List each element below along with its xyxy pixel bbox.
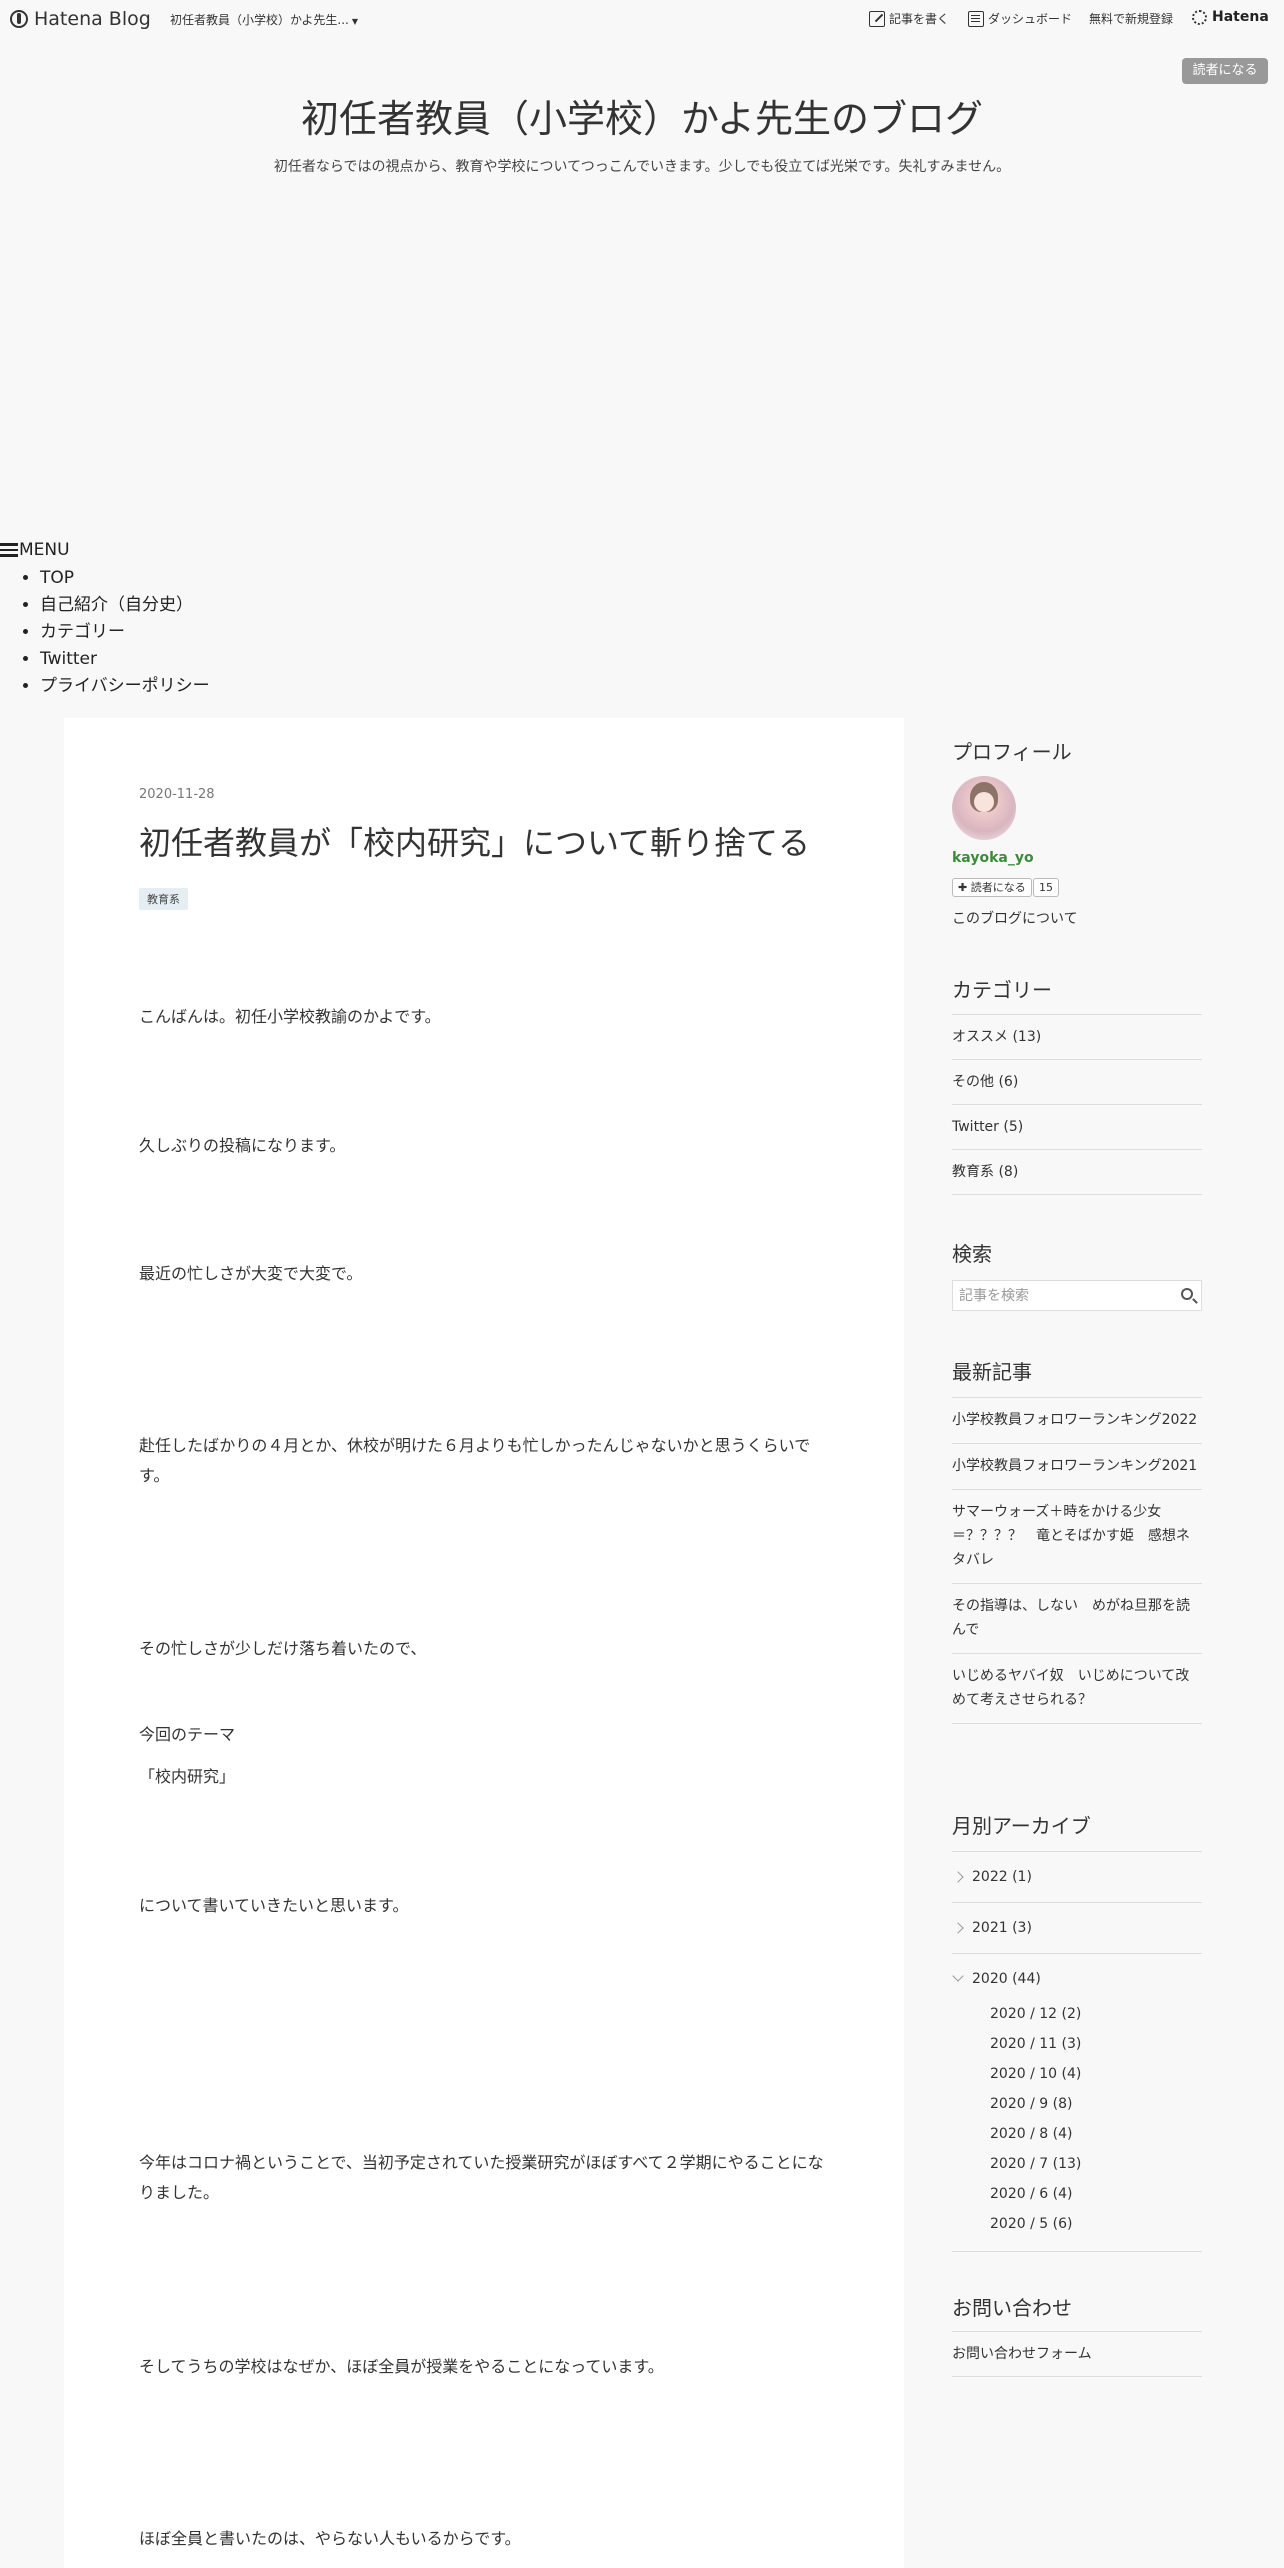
hatena-label: Hatena [1212, 9, 1269, 25]
archive-month-list: 2020 / 12 (2) 2020 / 11 (3) 2020 / 10 (4… [990, 1999, 1202, 2239]
recent-item[interactable]: サマーウォーズ＋時をかける少女＝？？？？ 竜とそばかす姫 感想ネタバレ [952, 1490, 1202, 1584]
dashboard-link[interactable]: ダッシュボード [968, 10, 1072, 27]
archive-year[interactable]: 2022 (1) [952, 1852, 1202, 1903]
menu-toggle[interactable]: MENU [0, 540, 70, 560]
write-article-link[interactable]: 記事を書く [869, 10, 949, 27]
category-item[interactable]: その他 (6) [952, 1060, 1202, 1105]
blog-selector[interactable]: 初任者教員（小学校）かよ先生... ▼ [170, 11, 358, 28]
article-paragraph: 最近の忙しさが大変で大変で。 [139, 1264, 363, 1283]
article-paragraph: 「校内研究」 [139, 1767, 236, 1786]
global-header: Hatena Blog 初任者教員（小学校）かよ先生... ▼ 記事を書く ダッシ… [0, 0, 1284, 38]
signup-link[interactable]: 無料で新規登録 [1089, 10, 1173, 27]
category-list: オススメ (13) その他 (6) Twitter (5) 教育系 (8) [952, 1014, 1202, 1195]
archive-list: 2022 (1) 2021 (3) 2020 (44) 2020 / 12 (2… [952, 1851, 1202, 2252]
archive-month[interactable]: 2020 / 6 (4) [990, 2179, 1202, 2209]
archive-year-label: 2020 (44) [972, 1971, 1041, 1987]
blog-description: 初任者ならではの視点から、教育や学校についてつっこんでいきます。少しでも役立てば… [273, 159, 1011, 175]
categories-heading: カテゴリー [952, 978, 1052, 1002]
pen-icon [869, 10, 885, 27]
hatena-dots-icon [1192, 9, 1207, 25]
profile-heading: プロフィール [952, 740, 1072, 764]
archive-month[interactable]: 2020 / 5 (6) [990, 2209, 1202, 2239]
subscribe-button[interactable]: 読者になる [1182, 58, 1268, 84]
recent-item[interactable]: いじめるヤバイ奴 いじめについて改めて考えさせられる？ [952, 1654, 1202, 1724]
search-input[interactable] [953, 1281, 1163, 1310]
article-paragraph: 久しぶりの投稿になります。 [139, 1136, 346, 1155]
global-menu: TOP 自己紹介（自分史） カテゴリー Twitter プライバシーポリシー [40, 566, 210, 701]
search-icon[interactable] [1181, 1288, 1193, 1300]
search-heading: 検索 [952, 1242, 992, 1266]
archive-year[interactable]: 2021 (3) [952, 1903, 1202, 1954]
avatar[interactable] [952, 776, 1016, 840]
post-date[interactable]: 2020-11-28 [139, 787, 215, 802]
reader-count[interactable]: 15 [1033, 878, 1059, 897]
article-paragraph: 赴任したばかりの４月とか、休校が明けた６月よりも忙しかったんじゃないかと思うくら… [139, 1436, 811, 1485]
chevron-right-icon [952, 1871, 964, 1883]
recent-item[interactable]: 小学校教員フォロワーランキング2022 [952, 1398, 1202, 1444]
post-category-tag[interactable]: 教育系 [139, 888, 188, 910]
category-item[interactable]: 教育系 (8) [952, 1150, 1202, 1195]
category-item[interactable]: Twitter (5) [952, 1105, 1202, 1150]
signup-label: 無料で新規登録 [1089, 12, 1174, 26]
hamburger-icon [0, 543, 18, 557]
blog-selector-label: 初任者教員（小学校）かよ先生... [170, 13, 349, 27]
archive-year-label: 2022 (1) [972, 1869, 1032, 1885]
chevron-down-icon [952, 1970, 964, 1982]
menu-item-twitter[interactable]: Twitter [40, 647, 210, 674]
hatena-link[interactable]: Hatena [1192, 9, 1269, 25]
caret-down-icon: ▼ [351, 17, 359, 26]
post-title[interactable]: 初任者教員が「校内研究」について斬り捨てる [139, 818, 810, 864]
archive-month[interactable]: 2020 / 12 (2) [990, 1999, 1202, 2029]
search-form [952, 1280, 1202, 1311]
archive-month[interactable]: 2020 / 8 (4) [990, 2119, 1202, 2149]
dashboard-label: ダッシュボード [988, 12, 1073, 26]
hatena-blog-logo[interactable]: Hatena Blog [10, 8, 151, 30]
article-paragraph: 今回のテーマ [139, 1725, 236, 1744]
contact-form-link[interactable]: お問い合わせフォーム [952, 2332, 1202, 2377]
contact-list: お問い合わせフォーム [952, 2331, 1202, 2377]
archive-month[interactable]: 2020 / 9 (8) [990, 2089, 1202, 2119]
category-item[interactable]: オススメ (13) [952, 1015, 1202, 1060]
article-paragraph: 今年はコロナ禍ということで、当初予定されていた授業研究がほぼすべて２学期にやるこ… [139, 2153, 824, 2202]
recent-item[interactable]: その指導は、しない めがね旦那を読んで [952, 1584, 1202, 1654]
menu-label: MENU [19, 540, 70, 560]
article-paragraph: について書いていきたいと思います。 [139, 1896, 409, 1915]
profile-name[interactable]: kayoka_yo [952, 850, 1034, 866]
recent-list: 小学校教員フォロワーランキング2022 小学校教員フォロワーランキング2021 … [952, 1397, 1202, 1724]
recent-item[interactable]: 小学校教員フォロワーランキング2021 [952, 1444, 1202, 1490]
menu-item-category[interactable]: カテゴリー [40, 620, 210, 647]
menu-item-privacy[interactable]: プライバシーポリシー [40, 674, 210, 701]
archive-month[interactable]: 2020 / 11 (3) [990, 2029, 1202, 2059]
contact-heading: お問い合わせ [952, 2296, 1072, 2320]
archive-heading: 月別アーカイブ [952, 1814, 1091, 1838]
menu-item-top[interactable]: TOP [40, 566, 210, 593]
hatena-blog-logo-icon [10, 10, 28, 28]
archive-year-label: 2021 (3) [972, 1920, 1032, 1936]
article-paragraph: その忙しさが少しだけ落ち着いたので、 [139, 1639, 427, 1658]
profile-subscribe-label: 読者になる [970, 881, 1026, 894]
article-paragraph: こんばんは。初任小学校教諭のかよです。 [139, 1007, 441, 1026]
archive-month[interactable]: 2020 / 7 (13) [990, 2149, 1202, 2179]
brand-name: Hatena Blog [34, 8, 151, 30]
about-blog-link[interactable]: このブログについて [952, 908, 1078, 928]
menu-item-about[interactable]: 自己紹介（自分史） [40, 593, 210, 620]
profile-subscribe-button[interactable]: ✚ 読者になる [952, 878, 1032, 897]
archive-month[interactable]: 2020 / 10 (4) [990, 2059, 1202, 2089]
article-paragraph: ほぼ全員と書いたのは、やらない人もいるからです。 [139, 2529, 521, 2548]
blog-title[interactable]: 初任者教員（小学校）かよ先生のブログ [0, 88, 1284, 143]
write-article-label: 記事を書く [889, 12, 950, 26]
dashboard-icon [968, 10, 984, 27]
chevron-right-icon [952, 1922, 964, 1934]
article-paragraph: そしてうちの学校はなぜか、ほぼ全員が授業をやることになっています。 [139, 2357, 664, 2376]
recent-heading: 最新記事 [952, 1360, 1032, 1384]
archive-year-expanded[interactable]: 2020 (44) 2020 / 12 (2) 2020 / 11 (3) 20… [952, 1954, 1202, 2252]
plus-icon: ✚ [958, 881, 968, 894]
